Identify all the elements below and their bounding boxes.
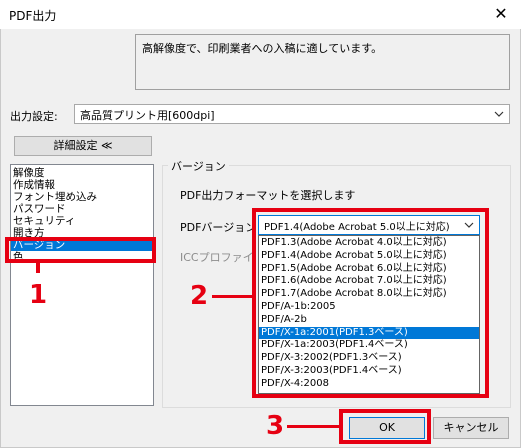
description-box: 高解像度で、印刷業者への入稿に適しています。	[135, 34, 510, 90]
sidebar-item[interactable]: フォント埋め込み	[11, 191, 153, 203]
title-bar	[0, 0, 521, 29]
window-title: PDF出力	[9, 9, 57, 23]
highlight-box-ok	[339, 409, 431, 444]
pdf-version-label: PDFバージョン	[180, 221, 257, 234]
callout-line-2	[212, 295, 252, 298]
output-setting-label: 出力設定:	[10, 110, 58, 123]
version-group-caption: バージョン	[168, 158, 229, 174]
pdf-format-instruction: PDF出力フォーマットを選択します	[180, 189, 356, 202]
icc-profile-label: ICCプロファイル	[180, 251, 252, 264]
callout-line-3	[287, 425, 339, 428]
highlight-box-version-item	[5, 237, 156, 263]
sidebar-item[interactable]: パスワード	[11, 203, 153, 215]
step-2-number: 2	[190, 281, 209, 311]
output-setting-select[interactable]: 高品質プリント用[600dpi]	[74, 104, 510, 124]
cancel-button[interactable]: キャンセル	[433, 417, 509, 439]
close-icon[interactable]: ✕	[489, 3, 513, 25]
sidebar-item[interactable]: セキュリティ	[11, 215, 153, 227]
chevron-down-icon	[494, 106, 504, 125]
sidebar-item[interactable]: 作成情報	[11, 179, 153, 191]
step-1-number: 1	[29, 280, 48, 310]
callout-line-1	[36, 263, 40, 273]
highlight-box-dropdown	[252, 208, 489, 398]
output-setting-value: 高品質プリント用[600dpi]	[80, 109, 215, 122]
step-3-number: 3	[266, 411, 285, 441]
detail-settings-button[interactable]: 詳細設定 ≪	[14, 136, 152, 156]
sidebar-item[interactable]: 解像度	[11, 167, 153, 179]
